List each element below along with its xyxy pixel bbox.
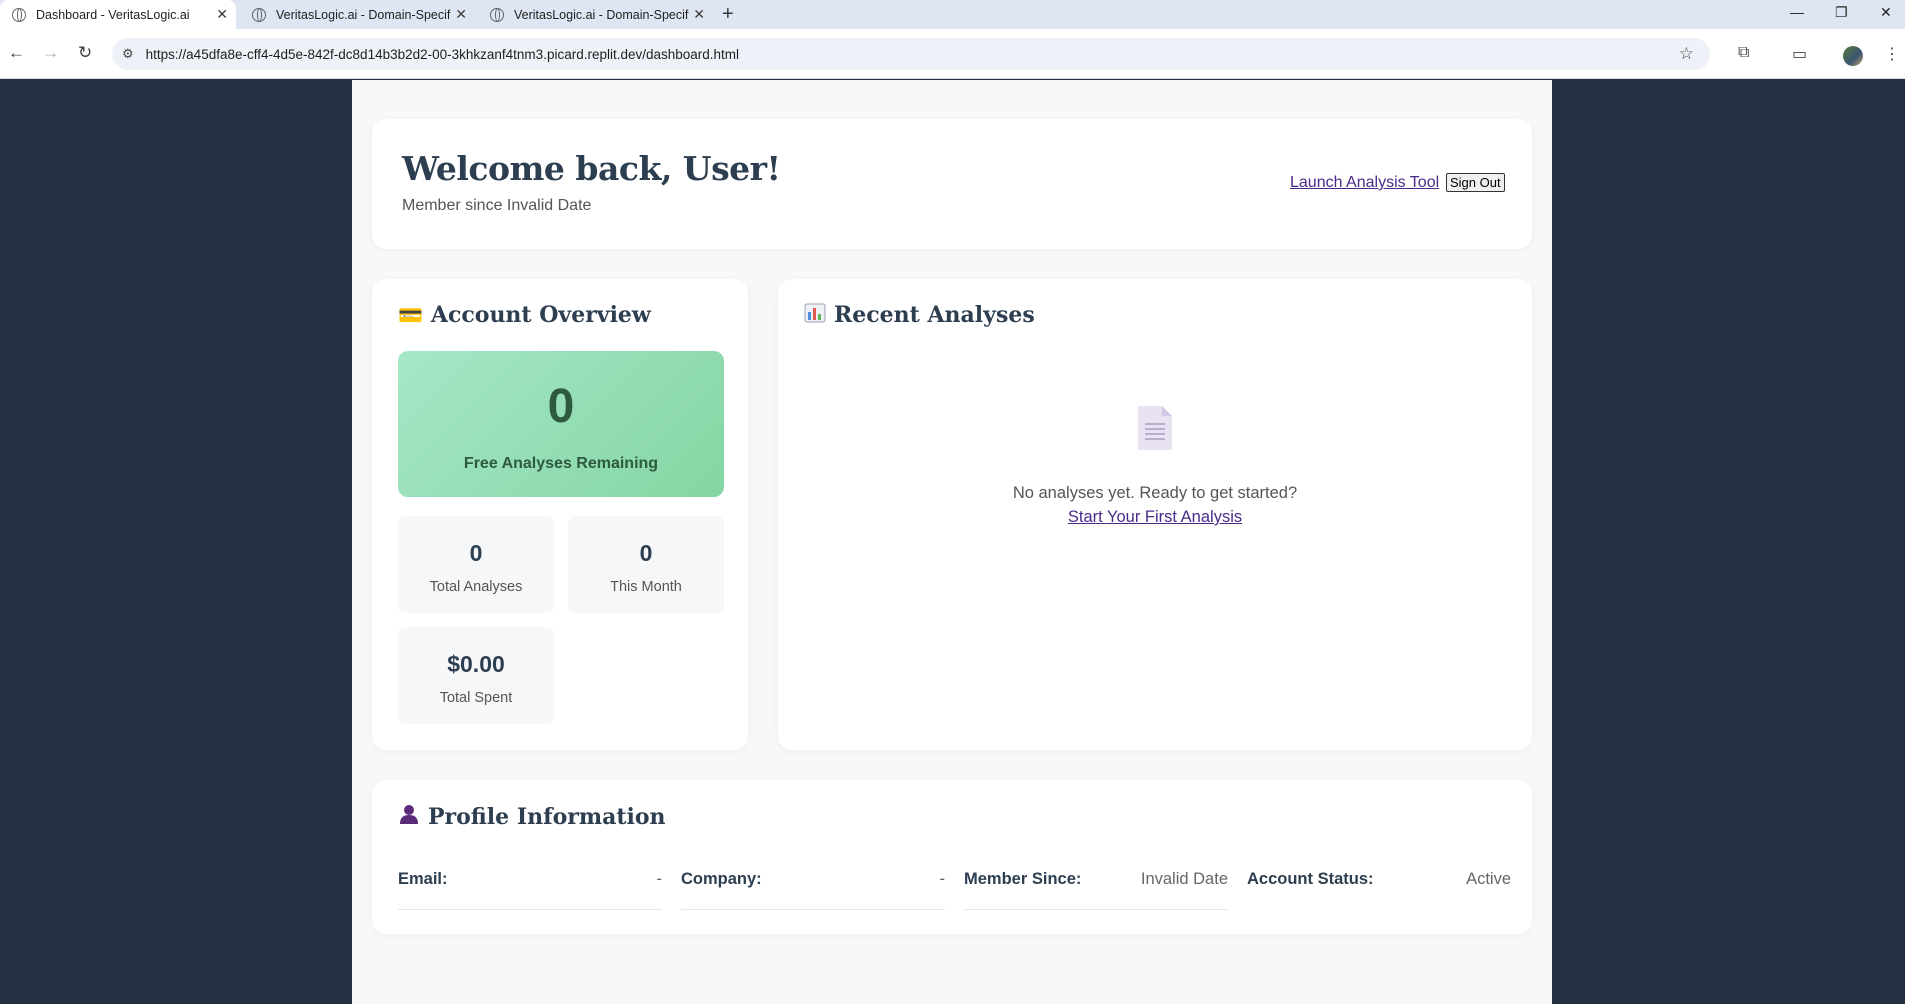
globe-icon	[252, 7, 266, 22]
tab-title: Dashboard - VeritasLogic.ai	[36, 7, 190, 22]
close-icon[interactable]: ✕	[455, 6, 467, 23]
stat-label: Total Spent	[439, 690, 513, 706]
menu-icon[interactable]: ⋮	[1884, 44, 1900, 64]
start-first-analysis-link[interactable]: Start Your First Analysis	[1068, 508, 1242, 526]
field-value: -	[656, 870, 663, 888]
stat-value: 0	[639, 540, 653, 566]
page-title: Welcome back, User!	[402, 149, 781, 188]
section-heading: Account Overview	[430, 302, 651, 328]
account-overview-title: 💳 Account Overview	[398, 302, 651, 328]
member-since-text: Member since Invalid Date	[402, 197, 592, 214]
field-label: Member Since:	[964, 870, 1082, 888]
bookmark-star-icon[interactable]: ☆	[1679, 44, 1694, 64]
close-icon[interactable]: ✕	[216, 6, 228, 23]
close-icon[interactable]: ✕	[693, 6, 705, 23]
welcome-header: Welcome back, User! Member since Invalid…	[372, 119, 1532, 249]
bar-chart-icon	[804, 303, 826, 328]
window-close-icon[interactable]: ✕	[1880, 4, 1892, 21]
section-heading: Recent Analyses	[834, 302, 1035, 328]
site-settings-icon[interactable]: ⚙	[122, 46, 134, 62]
browser-toolbar: ← → ↻ ⚙ https://a45dfa8e-cff4-4d5e-842f-…	[0, 29, 1905, 79]
stat-total-analyses: 0 Total Analyses	[398, 516, 554, 613]
field-value: Active	[1466, 870, 1511, 888]
field-label: Account Status:	[1247, 870, 1374, 888]
browser-tab-2[interactable]: VeritasLogic.ai - Domain-Specifi ✕	[240, 0, 475, 29]
free-analyses-label: Free Analyses Remaining	[463, 455, 659, 472]
section-heading: Profile Information	[428, 803, 666, 830]
stat-value: $0.00	[447, 651, 505, 677]
document-icon	[1136, 404, 1174, 452]
browser-tab-3[interactable]: VeritasLogic.ai - Domain-Specifi ✕	[478, 0, 713, 29]
url-text: https://a45dfa8e-cff4-4d5e-842f-dc8d14b3…	[145, 46, 740, 62]
field-value: -	[939, 870, 946, 888]
forward-icon[interactable]: →	[42, 43, 59, 63]
credit-card-icon: 💳	[398, 303, 423, 327]
restore-icon[interactable]: ❐	[1835, 4, 1848, 21]
profile-field-account-status: Account Status: Active	[1247, 870, 1511, 910]
user-icon	[398, 803, 420, 830]
profile-information-card: Profile Information Email: - Company: - …	[372, 780, 1532, 934]
back-icon[interactable]: ←	[8, 43, 25, 63]
profile-field-company: Company: -	[681, 870, 945, 910]
profile-information-title: Profile Information	[398, 803, 666, 830]
stat-label: Total Analyses	[429, 579, 523, 595]
sign-out-button[interactable]: Sign Out	[1446, 173, 1505, 192]
reload-icon[interactable]: ↻	[78, 43, 92, 63]
extensions-icon[interactable]: ⧉	[1738, 44, 1749, 62]
free-analyses-box: 0 Free Analyses Remaining	[398, 351, 724, 497]
cast-icon[interactable]: ▭	[1792, 44, 1807, 64]
launch-analysis-link[interactable]: Launch Analysis Tool	[1290, 174, 1439, 192]
empty-state-link-row: Start Your First Analysis	[778, 508, 1532, 527]
new-tab-icon[interactable]: +	[722, 3, 734, 26]
field-value: Invalid Date	[1140, 870, 1228, 888]
recent-analyses-title: Recent Analyses	[804, 302, 1035, 328]
stat-this-month: 0 This Month	[568, 516, 724, 613]
account-overview-card: 💳 Account Overview 0 Free Analyses Remai…	[372, 279, 748, 750]
recent-analyses-card: Recent Analyses No analyses yet. Ready t…	[778, 279, 1532, 750]
address-bar[interactable]: ⚙ https://a45dfa8e-cff4-4d5e-842f-dc8d14…	[112, 38, 1710, 70]
field-label: Company:	[681, 870, 762, 888]
tab-title: VeritasLogic.ai - Domain-Specifi	[276, 7, 451, 22]
free-analyses-count: 0	[547, 380, 575, 433]
stat-value: 0	[469, 540, 483, 566]
profile-avatar[interactable]	[1843, 46, 1863, 66]
tab-title: VeritasLogic.ai - Domain-Specifi	[514, 7, 689, 22]
field-label: Email:	[398, 870, 448, 888]
stat-label: This Month	[610, 579, 682, 595]
profile-field-member-since: Member Since: Invalid Date	[964, 870, 1228, 910]
dashboard-page: Welcome back, User! Member since Invalid…	[352, 80, 1552, 1004]
globe-icon	[490, 7, 504, 22]
globe-icon	[12, 7, 26, 22]
empty-state-text: No analyses yet. Ready to get started?	[1012, 484, 1298, 502]
stat-total-spent: $0.00 Total Spent	[398, 627, 554, 724]
minimize-icon[interactable]: —	[1790, 4, 1804, 20]
browser-tab-dashboard[interactable]: Dashboard - VeritasLogic.ai ✕	[0, 0, 236, 29]
profile-field-email: Email: -	[398, 870, 662, 910]
browser-tab-bar: Dashboard - VeritasLogic.ai ✕ VeritasLog…	[0, 0, 1905, 29]
